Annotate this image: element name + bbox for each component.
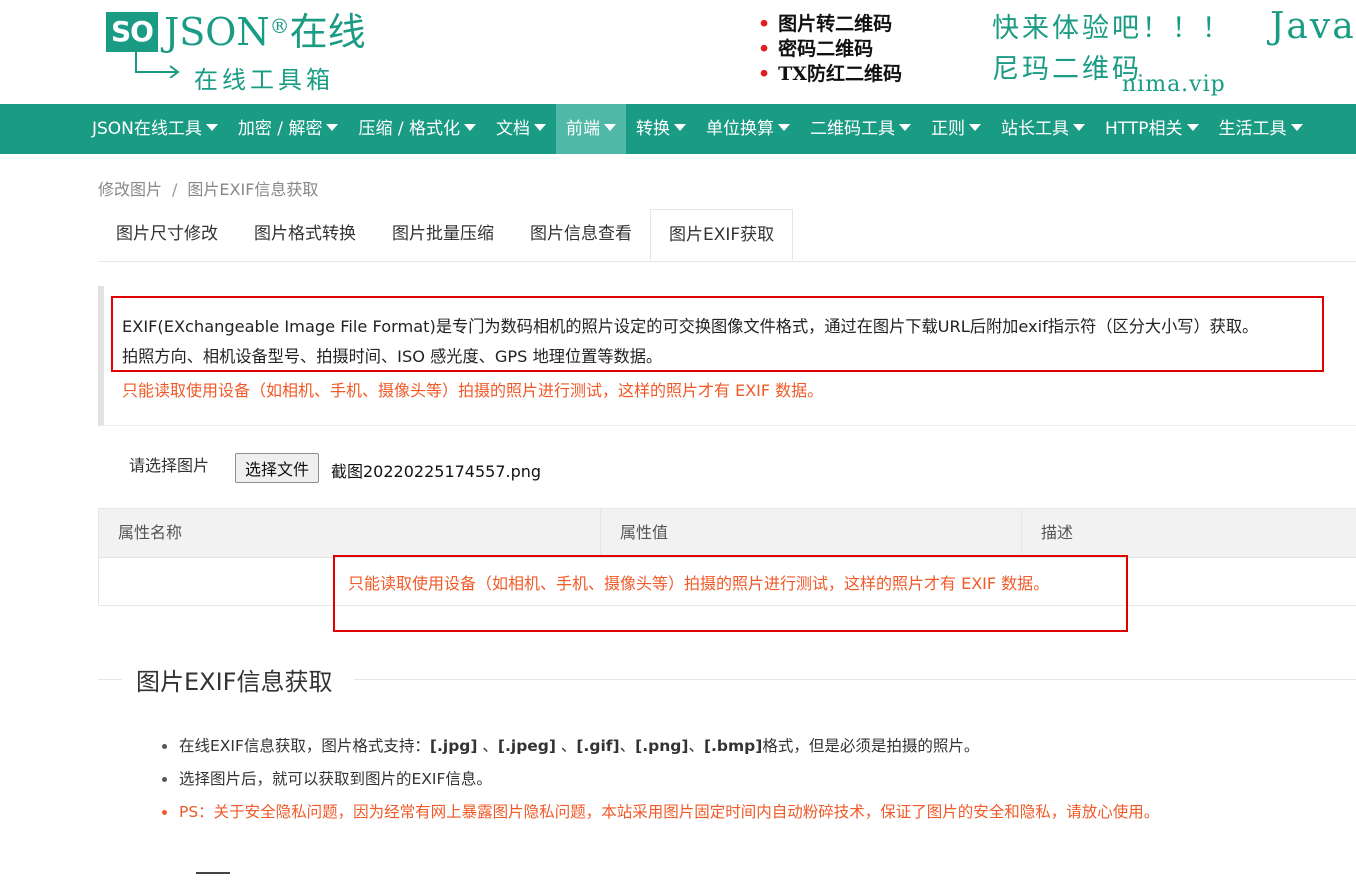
table-empty-message: 只能读取使用设备（如相机、手机、摄像头等）拍摄的照片进行测试，这样的照片才有 E… <box>348 574 1050 593</box>
caret-down-icon <box>534 123 546 131</box>
intro-block: EXIF(EXchangeable Image File Format)是专门为… <box>98 286 1356 426</box>
java-ad-text: JavaS <box>1270 6 1356 47</box>
caret-down-icon <box>326 123 339 131</box>
caret-down-icon <box>1290 123 1303 131</box>
intro-warning: 只能读取使用设备（如相机、手机、摄像头等）拍摄的照片进行测试，这样的照片才有 E… <box>122 381 824 400</box>
nav-item-unit-conversion[interactable]: 单位换算 <box>696 104 800 154</box>
qr-ad-item: • 图片转二维码 <box>758 13 893 35</box>
main-nav: JSON在线工具 加密 / 解密 压缩 / 格式化 文档 前端 转换 单位换算 … <box>0 104 1356 154</box>
qr-ad-list[interactable]: • 图片转二维码 • 密码二维码 • TX防红二维码 <box>758 12 902 87</box>
list-item: 在线EXIF信息获取，图片格式支持：[.jpg] 、[.jpeg] 、[.gif… <box>162 730 1159 763</box>
caret-down-icon <box>674 123 686 131</box>
list-item: 选择图片后，就可以获取到图片的EXIF信息。 <box>162 763 1159 796</box>
nav-item-life-tools[interactable]: 生活工具 <box>1209 104 1313 154</box>
exif-table: 属性名称 属性值 描述 只能读取使用设备（如相机、手机、摄像头等）拍摄的照片进行… <box>98 508 1356 606</box>
column-header-attribute-value: 属性值 <box>601 509 1022 557</box>
tool-tabs: 图片尺寸修改 图片格式转换 图片批量压缩 图片信息查看 图片EXIF获取 <box>98 209 1356 262</box>
logo-registered-mark: ® <box>269 14 290 38</box>
intro-description: EXIF(EXchangeable Image File Format)是专门为… <box>122 312 1342 372</box>
selected-file-name: 截图20220225174557.png <box>331 462 542 481</box>
tab-format-convert[interactable]: 图片格式转换 <box>236 209 374 259</box>
format-jpeg: [.jpeg] <box>497 737 556 755</box>
logo-so-badge: SO <box>106 12 158 52</box>
nav-item-json-tools[interactable]: JSON在线工具 <box>82 104 228 154</box>
caret-down-icon <box>205 123 218 131</box>
privacy-note: PS：关于安全隐私问题，因为经常有网上暴露图片隐私问题，本站采用图片固定时间内自… <box>162 796 1159 829</box>
format-jpg: [.jpg] <box>429 737 478 755</box>
nima-ad-line1: 快来体验吧！！！ <box>992 13 1232 44</box>
nav-item-qrcode-tools[interactable]: 二维码工具 <box>800 104 921 154</box>
cut-off-content <box>196 872 230 886</box>
nav-item-regex[interactable]: 正则 <box>921 104 991 154</box>
logo-arrow-icon <box>135 52 180 78</box>
nima-ad-banner[interactable]: 快来体验吧！！！ 尼玛二维码 nima.vip JavaS <box>992 6 1356 97</box>
breadcrumb-parent-link[interactable]: 修改图片 <box>98 180 162 199</box>
qr-ad-item: • 密码二维码 <box>758 38 874 60</box>
breadcrumb-current: 图片EXIF信息获取 <box>187 180 319 199</box>
tab-info-view[interactable]: 图片信息查看 <box>512 209 650 259</box>
caret-down-icon <box>1186 123 1199 131</box>
caret-down-icon <box>1073 123 1085 131</box>
section-divider-left <box>98 679 122 680</box>
choose-file-button[interactable]: 选择文件 <box>235 453 320 483</box>
section-divider-right <box>354 679 1356 680</box>
nav-item-docs[interactable]: 文档 <box>486 104 556 154</box>
nima-ad-domain: nima.vip <box>1122 72 1226 97</box>
logo-subtitle: 在线工具箱 <box>194 66 334 94</box>
table-body: 只能读取使用设备（如相机、手机、摄像头等）拍摄的照片进行测试，这样的照片才有 E… <box>99 558 1356 606</box>
tab-resize[interactable]: 图片尺寸修改 <box>98 209 236 259</box>
caret-down-icon <box>778 123 790 131</box>
nav-item-encrypt-decrypt[interactable]: 加密 / 解密 <box>228 104 349 154</box>
nav-item-webmaster-tools[interactable]: 站长工具 <box>991 104 1095 154</box>
section-title: 图片EXIF信息获取 <box>136 668 333 696</box>
format-png: [.png] <box>635 737 689 755</box>
tab-exif[interactable]: 图片EXIF获取 <box>650 209 794 261</box>
logo-zaixian-text: 在线 <box>289 10 366 54</box>
breadcrumb-separator: / <box>172 180 178 199</box>
nav-item-http[interactable]: HTTP相关 <box>1095 104 1209 154</box>
caret-down-icon <box>604 123 616 131</box>
usage-notes-list: 在线EXIF信息获取，图片格式支持：[.jpg] 、[.jpeg] 、[.gif… <box>162 730 1159 829</box>
column-header-attribute-name: 属性名称 <box>99 509 601 557</box>
logo-wordmark: JSON®在线 <box>164 8 366 56</box>
site-header: SO JSON®在线 在线工具箱 • 图片转二维码 • 密码二维码 • TX防红二维码… <box>0 0 1356 104</box>
file-picker-label: 请选择图片 <box>129 456 210 475</box>
nav-item-frontend[interactable]: 前端 <box>556 104 626 154</box>
logo-json-text: JSON <box>164 10 270 54</box>
table-header-row: 属性名称 属性值 描述 <box>99 509 1356 558</box>
caret-down-icon <box>899 123 911 131</box>
intro-line-1: EXIF(EXchangeable Image File Format)是专门为… <box>122 317 1259 336</box>
caret-down-icon <box>464 123 476 131</box>
tab-batch-compress[interactable]: 图片批量压缩 <box>374 209 512 259</box>
caret-down-icon <box>969 123 981 131</box>
breadcrumb: 修改图片 / 图片EXIF信息获取 <box>98 176 318 200</box>
site-logo[interactable]: SO JSON®在线 在线工具箱 <box>106 8 366 98</box>
nav-item-convert[interactable]: 转换 <box>626 104 696 154</box>
format-bmp: [.bmp] <box>703 737 763 755</box>
intro-line-2: 拍照方向、相机设备型号、拍摄时间、ISO 感光度、GPS 地理位置等数据。 <box>122 347 663 366</box>
format-gif: [.gif] <box>576 737 620 755</box>
nav-item-compress-format[interactable]: 压缩 / 格式化 <box>348 104 486 154</box>
qr-ad-item: • TX防红二维码 <box>758 63 903 85</box>
column-header-description: 描述 <box>1041 523 1074 542</box>
